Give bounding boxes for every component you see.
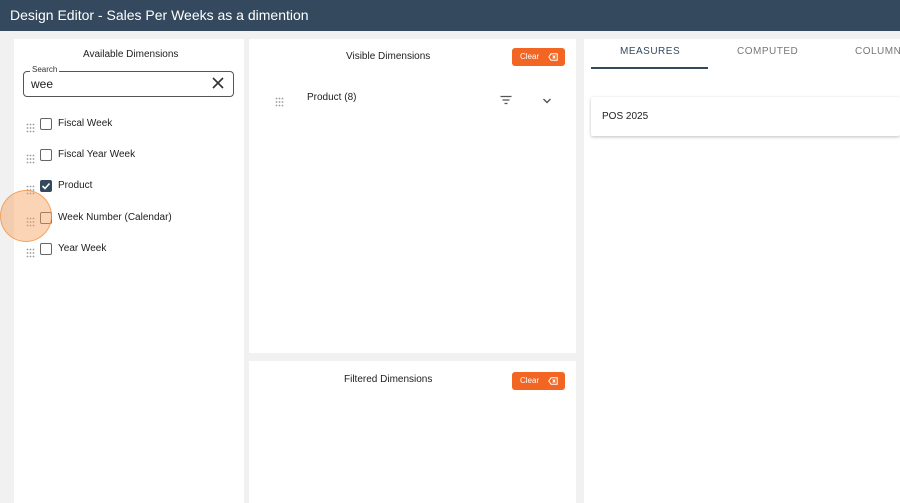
dimension-label: Fiscal Year Week <box>58 149 136 160</box>
dimension-item-year-week[interactable]: Year Week <box>26 241 236 259</box>
search-field[interactable]: Search <box>23 65 234 97</box>
backspace-icon <box>548 377 558 385</box>
drag-handle-icon[interactable] <box>26 151 35 164</box>
check-icon <box>41 182 51 190</box>
backspace-icon <box>548 53 558 61</box>
dimension-label: Week Number (Calendar) <box>58 212 172 223</box>
clear-visible-button[interactable]: Clear <box>512 48 565 66</box>
drag-handle-icon[interactable] <box>26 120 35 133</box>
tab-measures[interactable]: MEASURES <box>620 46 680 57</box>
clear-label: Clear <box>520 376 540 385</box>
clear-filtered-button[interactable]: Clear <box>512 372 565 390</box>
measures-panel: MEASURES COMPUTED COLUMN POS 2025 <box>584 39 900 503</box>
checkbox[interactable] <box>40 149 52 161</box>
dimension-label: Year Week <box>58 243 107 254</box>
measure-label: POS 2025 <box>602 111 649 122</box>
drag-handle-icon[interactable] <box>26 182 35 195</box>
measure-card[interactable]: POS 2025 <box>591 97 900 136</box>
dimension-item-fiscal-year-week[interactable]: Fiscal Year Week <box>26 147 236 165</box>
visible-dimensions-panel: Visible Dimensions Clear Product (8) <box>249 39 576 353</box>
active-tab-indicator <box>591 67 708 69</box>
dimension-item-product[interactable]: Product <box>26 178 236 196</box>
window-title: Design Editor - Sales Per Weeks as a dim… <box>0 0 900 31</box>
dimension-item-fiscal-week[interactable]: Fiscal Week <box>26 116 236 134</box>
filtered-dimensions-title: Filtered Dimensions <box>344 374 433 385</box>
close-icon[interactable] <box>211 75 225 91</box>
dimension-item-week-number-calendar[interactable]: Week Number (Calendar) <box>26 210 236 228</box>
drag-handle-icon[interactable] <box>275 94 284 107</box>
search-input[interactable] <box>31 77 201 91</box>
tab-column[interactable]: COLUMN <box>855 46 900 57</box>
tab-computed[interactable]: COMPUTED <box>737 46 798 57</box>
visible-dimensions-title: Visible Dimensions <box>346 51 431 62</box>
checkbox-checked[interactable] <box>40 180 52 192</box>
checkbox[interactable] <box>40 243 52 255</box>
dimension-label: Product <box>58 180 93 191</box>
available-dimensions-panel: Available Dimensions Search Fiscal Week … <box>14 39 244 503</box>
dimension-label: Fiscal Week <box>58 118 113 129</box>
clear-label: Clear <box>520 52 540 61</box>
available-dimensions-title: Available Dimensions <box>83 49 179 60</box>
filter-icon[interactable] <box>500 92 512 105</box>
visible-dimension-label: Product (8) <box>307 92 357 103</box>
visible-dimension-item-product[interactable]: Product (8) <box>275 90 555 108</box>
checkbox[interactable] <box>40 118 52 130</box>
drag-handle-icon[interactable] <box>26 214 35 227</box>
drag-handle-icon[interactable] <box>26 245 35 258</box>
checkbox[interactable] <box>40 212 52 224</box>
chevron-down-icon[interactable] <box>542 92 552 104</box>
filtered-dimensions-panel: Filtered Dimensions Clear <box>249 361 576 503</box>
search-label: Search <box>30 65 60 74</box>
